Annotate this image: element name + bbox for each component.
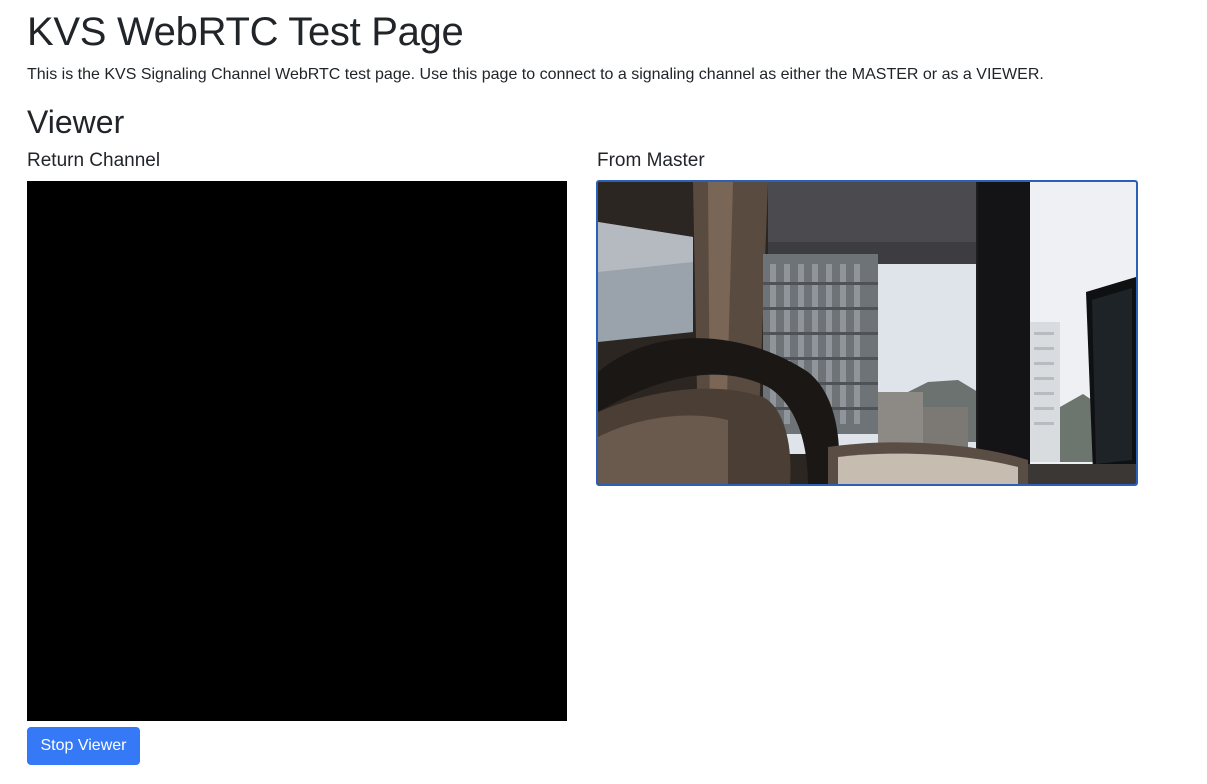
local-video-return-channel (27, 181, 567, 721)
remote-video-from-master (596, 180, 1138, 486)
page: KVS WebRTC Test Page This is the KVS Sig… (0, 0, 1207, 784)
return-channel-label: Return Channel (27, 150, 161, 171)
remote-video-frame (598, 182, 1136, 484)
stop-viewer-button[interactable]: Stop Viewer (27, 727, 140, 765)
page-description: This is the KVS Signaling Channel WebRTC… (27, 66, 1044, 83)
viewer-heading: Viewer (27, 104, 125, 140)
from-master-label: From Master (597, 150, 705, 171)
page-title: KVS WebRTC Test Page (27, 10, 464, 54)
